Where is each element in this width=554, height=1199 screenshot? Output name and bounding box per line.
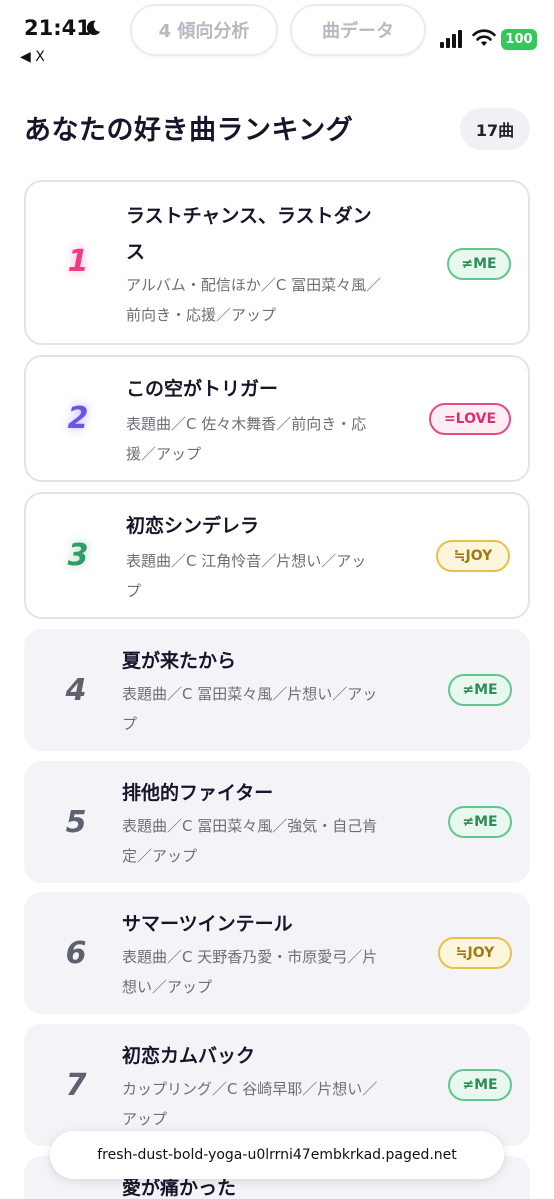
rank-number: 5 bbox=[65, 805, 87, 840]
group-badge: ≠ME bbox=[448, 1069, 512, 1101]
ranking-item-4[interactable]: 4 夏が来たから 表題曲／C 冨田菜々風／片想い／アッ プ ≠ME bbox=[24, 629, 530, 751]
ranking-item-5[interactable]: 5 排他的ファイター 表題曲／C 冨田菜々風／強気・自己肯 定／アップ ≠ME bbox=[24, 761, 530, 883]
song-title: 排他的ファイター bbox=[122, 782, 274, 804]
page-title: あなたの好き曲ランキング bbox=[24, 115, 354, 146]
group-badge: ≠ME bbox=[448, 674, 512, 706]
song-title: この空がトリガー bbox=[126, 378, 279, 400]
group-badge: ≒JOY bbox=[438, 937, 512, 969]
rank-number: 2 bbox=[67, 401, 89, 436]
ranking-item-7[interactable]: 7 初恋カムバック カップリング／C 谷崎早耶／片想い／ アップ ≠ME bbox=[24, 1024, 530, 1146]
rank-number: 7 bbox=[65, 1068, 87, 1103]
song-meta: 表題曲／C 江角怜音／片想い／アッ プ bbox=[126, 552, 367, 600]
tab-trend-analysis[interactable]: 4 傾向分析 bbox=[130, 4, 278, 56]
song-title: ラストチャンス、ラストダン ス bbox=[126, 205, 372, 263]
song-count-badge: 17曲 bbox=[460, 108, 530, 150]
signal-icon bbox=[440, 30, 462, 48]
ranking-item-1[interactable]: 1 ラストチャンス、ラストダン ス アルバム・配信ほか／C 冨田菜々風／ 前向き… bbox=[24, 180, 530, 345]
song-title: 夏が来たから bbox=[122, 650, 237, 672]
ranking-item-3[interactable]: 3 初恋シンデレラ 表題曲／C 江角怜音／片想い／アッ プ ≒JOY bbox=[24, 492, 530, 619]
rank-number: 1 bbox=[67, 244, 89, 279]
group-badge: ≠ME bbox=[447, 248, 511, 280]
group-badge: =LOVE bbox=[429, 403, 511, 435]
song-title: 初恋カムバック bbox=[122, 1045, 256, 1067]
song-title: 初恋シンデレラ bbox=[126, 515, 260, 537]
rank-number: 6 bbox=[65, 936, 87, 971]
ranking-item-2[interactable]: 2 この空がトリガー 表題曲／C 佐々木舞香／前向き・応 援／アップ =LOVE bbox=[24, 355, 530, 482]
browser-url-bar[interactable]: fresh-dust-bold-yoga-u0lrrni47embkrkad.p… bbox=[50, 1131, 504, 1179]
rank-number: 4 bbox=[65, 673, 87, 708]
battery-indicator: 100 bbox=[501, 29, 537, 50]
wifi-icon bbox=[472, 29, 496, 46]
song-meta: アルバム・配信ほか／C 冨田菜々風／ 前向き・応援／アップ bbox=[126, 276, 382, 324]
song-meta: カップリング／C 谷崎早耶／片想い／ アップ bbox=[122, 1080, 378, 1128]
song-title: サマーツインテール bbox=[122, 913, 293, 935]
ranking-item-6[interactable]: 6 サマーツインテール 表題曲／C 天野香乃愛・市原愛弓／片 想い／アップ ≒J… bbox=[24, 892, 530, 1014]
status-bar: 21:41 ◀ X 4 傾向分析 曲データ 100 bbox=[0, 0, 554, 80]
group-badge: ≠ME bbox=[448, 806, 512, 838]
back-to-app-link[interactable]: ◀ X bbox=[20, 49, 45, 65]
rank-number: 3 bbox=[67, 538, 89, 573]
song-meta: 表題曲／C 天野香乃愛・市原愛弓／片 想い／アップ bbox=[122, 948, 378, 996]
clock: 21:41 bbox=[24, 16, 91, 40]
song-meta: 表題曲／C 佐々木舞香／前向き・応 援／アップ bbox=[126, 415, 367, 463]
tab-song-data[interactable]: 曲データ bbox=[290, 4, 426, 56]
song-meta: 表題曲／C 冨田菜々風／強気・自己肯 定／アップ bbox=[122, 817, 378, 865]
group-badge: ≒JOY bbox=[436, 540, 510, 572]
moon-icon bbox=[86, 20, 101, 36]
song-meta: 表題曲／C 冨田菜々風／片想い／アッ プ bbox=[122, 685, 378, 733]
